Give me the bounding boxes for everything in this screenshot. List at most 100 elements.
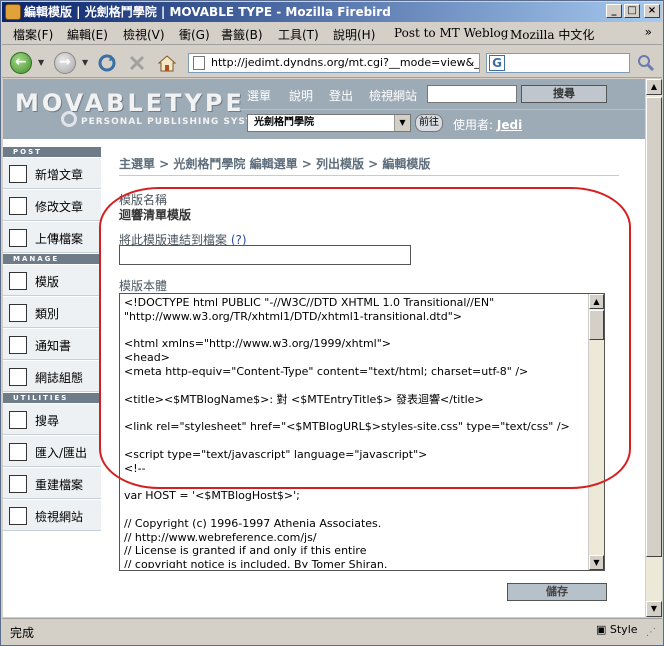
mt-tagline: PERSONAL PUBLISHING SYSTEM bbox=[81, 117, 271, 127]
stop-icon[interactable] bbox=[126, 52, 148, 74]
sidebar-section-manage: MANAGE bbox=[3, 254, 101, 264]
upload-icon bbox=[9, 229, 27, 247]
home-icon[interactable] bbox=[156, 52, 178, 74]
style-switcher[interactable]: ▣ Style bbox=[596, 623, 638, 636]
menu-view[interactable]: 檢視(V) bbox=[123, 26, 165, 43]
template-line bbox=[124, 324, 586, 338]
mt-search-button[interactable]: 搜尋 bbox=[521, 85, 607, 103]
template-line bbox=[124, 379, 586, 393]
scroll-thumb[interactable] bbox=[589, 310, 604, 340]
nav-divider bbox=[239, 109, 645, 110]
sidebar-item-view-site[interactable]: 檢視網站 bbox=[3, 500, 101, 531]
sidebar-item-templates[interactable]: 模版 bbox=[3, 265, 101, 296]
template-line: <html xmlns="http://www.w3.org/1999/xhtm… bbox=[124, 337, 391, 351]
close-button[interactable]: × bbox=[644, 4, 660, 18]
forward-arrow-icon[interactable]: → bbox=[54, 52, 76, 74]
mt-search-input[interactable] bbox=[427, 85, 517, 103]
mt-header: MOVABLETYPE PERSONAL PUBLISHING SYSTEM 選… bbox=[3, 79, 645, 139]
template-line: <head> bbox=[124, 351, 170, 365]
template-line: <!-- bbox=[124, 461, 146, 475]
menu-go[interactable]: 衝(G) bbox=[179, 26, 210, 43]
nav-menu-link[interactable]: 選單 bbox=[247, 87, 271, 104]
scroll-down-icon[interactable]: ▼ bbox=[646, 601, 662, 617]
resize-grip-icon[interactable]: ⋰ bbox=[646, 627, 656, 638]
template-line: <link rel="stylesheet" href="<$MTBlogURL… bbox=[124, 420, 570, 434]
bookmark-post-to-mt[interactable]: Post to MT Weblog bbox=[394, 26, 508, 40]
breadcrumb[interactable]: 主選單 > 光劍格鬥學院 編輯選單 > 列出模版 > 編輯模版 bbox=[119, 155, 430, 172]
maximize-button[interactable]: □ bbox=[624, 4, 640, 18]
sidebar-item-label: 匯入/匯出 bbox=[35, 446, 88, 460]
back-arrow-icon[interactable]: ← bbox=[10, 52, 32, 74]
blog-select-value: 光劍格鬥學院 bbox=[254, 117, 314, 128]
url-text: http://jedimt.dyndns.org/mt.cgi?__mode=v… bbox=[211, 56, 480, 69]
nav-view-site-link[interactable]: 檢視網站 bbox=[369, 87, 417, 104]
link-file-input[interactable] bbox=[119, 245, 411, 265]
template-line: "http://www.w3.org/TR/xhtml1/DTD/xhtml1-… bbox=[124, 309, 462, 323]
blog-select[interactable]: 光劍格鬥學院 ▼ bbox=[247, 114, 411, 132]
template-body-label: 模版本體 bbox=[119, 279, 168, 293]
sidebar-item-import-export[interactable]: 匯入/匯出 bbox=[3, 436, 101, 467]
movabletype-logo[interactable]: MOVABLETYPE bbox=[15, 89, 245, 117]
template-line: <title><$MTBlogName$>: 對 <$MTEntryTitle$… bbox=[124, 392, 484, 406]
scroll-up-icon[interactable]: ▲ bbox=[589, 294, 604, 309]
page-icon bbox=[193, 56, 205, 70]
template-line bbox=[124, 475, 586, 489]
menu-help[interactable]: 說明(H) bbox=[333, 26, 375, 43]
browser-window: 編輯模版 | 光劍格鬥學院 | MOVABLE TYPE - Mozilla F… bbox=[0, 0, 664, 646]
sidebar-item-label: 網誌組態 bbox=[35, 371, 84, 385]
textarea-scrollbar[interactable]: ▲ ▼ bbox=[588, 294, 604, 570]
sidebar-section-utilities: UTILITIES bbox=[3, 393, 101, 403]
sidebar-item-categories[interactable]: 類別 bbox=[3, 297, 101, 328]
chevron-more-icon[interactable]: » bbox=[645, 25, 652, 39]
reload-icon[interactable] bbox=[96, 52, 118, 74]
search-icon bbox=[9, 411, 27, 429]
template-line: var HOST = '<$MTBlogHost$>'; bbox=[124, 489, 300, 503]
sidebar-item-label: 修改文章 bbox=[35, 200, 84, 214]
template-line bbox=[124, 503, 586, 517]
template-icon bbox=[9, 272, 27, 290]
sidebar-item-label: 檢視網站 bbox=[35, 510, 84, 524]
template-line: <script type="text/javascript" language=… bbox=[124, 447, 428, 461]
go-button[interactable]: 前往 bbox=[415, 114, 443, 132]
sidebar-item-new-entry[interactable]: 新增文章 bbox=[3, 158, 101, 189]
user-info: 使用者: Jedi bbox=[453, 116, 522, 133]
save-button[interactable]: 儲存 bbox=[507, 583, 607, 601]
google-icon: G bbox=[489, 55, 505, 71]
menu-file[interactable]: 檔案(F) bbox=[13, 26, 53, 43]
minimize-button[interactable]: _ bbox=[606, 4, 622, 18]
url-input[interactable]: http://jedimt.dyndns.org/mt.cgi?__mode=v… bbox=[188, 53, 480, 73]
template-body-text: <!DOCTYPE html PUBLIC "-//W3C//DTD XHTML… bbox=[124, 296, 586, 568]
sidebar-item-label: 通知書 bbox=[35, 339, 72, 353]
menu-tools[interactable]: 工具(T) bbox=[278, 26, 319, 43]
sidebar-item-search[interactable]: 搜尋 bbox=[3, 404, 101, 435]
chevron-down-icon[interactable]: ▼ bbox=[394, 115, 410, 131]
sidebar-item-label: 搜尋 bbox=[35, 414, 60, 428]
page-scrollbar[interactable]: ▲ ▼ bbox=[646, 79, 662, 617]
sidebar-item-notifications[interactable]: 通知書 bbox=[3, 329, 101, 360]
navigation-toolbar: ← ▼ → ▼ http://jedimt.dyndns.org/mt.cgi?… bbox=[2, 46, 662, 78]
bookmark-mozilla-zh[interactable]: Mozilla 中文化 bbox=[510, 26, 594, 43]
scroll-up-icon[interactable]: ▲ bbox=[646, 79, 662, 95]
scroll-thumb[interactable] bbox=[646, 97, 662, 557]
categories-icon bbox=[9, 304, 27, 322]
menu-bookmarks[interactable]: 書籤(B) bbox=[221, 26, 263, 43]
template-line: // Copyright (c) 1996-1997 Athenia Assoc… bbox=[124, 516, 382, 530]
sidebar-section-post: POST bbox=[3, 147, 101, 157]
sidebar-item-label: 上傳檔案 bbox=[35, 232, 84, 246]
sidebar-item-upload[interactable]: 上傳檔案 bbox=[3, 222, 101, 253]
template-line: // copyright notice is included. By Tome… bbox=[124, 558, 388, 568]
menu-edit[interactable]: 編輯(E) bbox=[67, 26, 108, 43]
web-search-input[interactable]: G bbox=[486, 53, 630, 73]
title-bar: 編輯模版 | 光劍格鬥學院 | MOVABLE TYPE - Mozilla F… bbox=[2, 2, 662, 22]
scroll-down-icon[interactable]: ▼ bbox=[589, 555, 604, 570]
nav-help-link[interactable]: 說明 bbox=[289, 87, 313, 104]
nav-logout-link[interactable]: 登出 bbox=[329, 87, 353, 104]
sidebar-item-weblog-config[interactable]: 網誌組態 bbox=[3, 361, 101, 392]
sidebar-item-edit-entries[interactable]: 修改文章 bbox=[3, 190, 101, 221]
search-magnifier-icon[interactable] bbox=[636, 52, 656, 74]
back-dropdown-icon[interactable]: ▼ bbox=[38, 58, 44, 67]
forward-dropdown-icon[interactable]: ▼ bbox=[82, 58, 88, 67]
sidebar-item-rebuild[interactable]: 重建檔案 bbox=[3, 468, 101, 499]
template-body-textarea[interactable]: <!DOCTYPE html PUBLIC "-//W3C//DTD XHTML… bbox=[119, 293, 605, 571]
user-name-link[interactable]: Jedi bbox=[497, 118, 522, 132]
